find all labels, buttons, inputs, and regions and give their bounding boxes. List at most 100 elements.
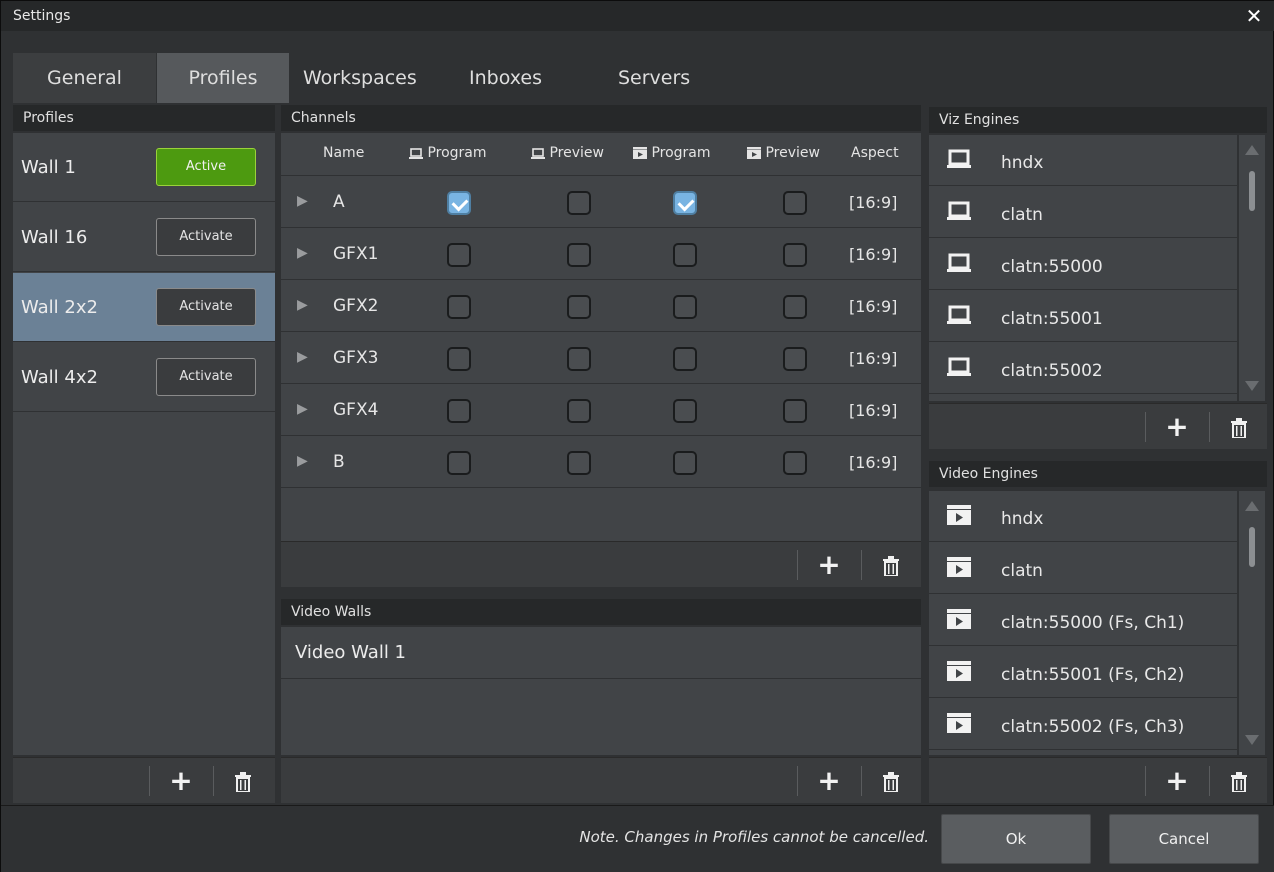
video-program-checkbox[interactable] [673,295,697,319]
profile-item-wall-1[interactable]: Wall 1 Active [13,133,275,202]
video-preview-checkbox[interactable] [783,243,807,267]
viz-program-checkbox[interactable] [447,399,471,423]
add-profile-button[interactable]: + [151,758,211,804]
channel-row[interactable]: ▶ A [16:9] [281,177,921,228]
viz-program-checkbox[interactable] [447,347,471,371]
channel-row[interactable]: ▶ GFX4 [16:9] [281,385,921,436]
scroll-up-icon[interactable] [1245,501,1259,511]
delete-channel-button[interactable] [861,542,921,588]
viz-engines-scrollbar[interactable] [1239,135,1265,401]
tab-servers[interactable]: Servers [603,53,723,103]
channel-row[interactable]: ▶ GFX1 [16:9] [281,229,921,280]
profile-item-wall-2x2[interactable]: Wall 2x2 Activate [13,273,275,342]
channels-header: Channels [281,105,921,131]
viz-preview-checkbox[interactable] [567,451,591,475]
add-channel-button[interactable]: + [799,542,859,588]
video-preview-checkbox[interactable] [783,347,807,371]
channel-row[interactable]: ▶ B [16:9] [281,437,921,488]
expand-arrow-icon[interactable]: ▶ [297,245,308,261]
viz-engine-item[interactable]: hndx [929,135,1237,186]
viz-preview-checkbox[interactable] [567,243,591,267]
viz-engine-name: clatn:55000 [1001,257,1103,277]
viz-program-checkbox[interactable] [447,295,471,319]
video-engines-header: Video Engines [929,461,1267,487]
active-button[interactable]: Active [156,148,256,186]
viz-engine-item[interactable]: clatn [929,187,1237,238]
video-engines-scrollbar[interactable] [1239,491,1265,755]
tab-bar: General Profiles Workspaces Inboxes Serv… [13,53,1274,103]
video-preview-checkbox[interactable] [783,451,807,475]
profiles-header: Profiles [13,105,275,131]
add-video-engine-button[interactable]: + [1147,758,1207,804]
video-engine-item[interactable]: hndx [929,491,1237,542]
expand-arrow-icon[interactable]: ▶ [297,193,308,209]
delete-video-engine-button[interactable] [1209,758,1269,804]
ok-button[interactable]: Ok [941,814,1091,864]
video-program-checkbox[interactable] [673,243,697,267]
scroll-thumb[interactable] [1249,527,1255,567]
video-preview-checkbox[interactable] [783,295,807,319]
expand-arrow-icon[interactable]: ▶ [297,297,308,313]
video-engine-item[interactable]: clatn:55002 (Fs, Ch3) [929,699,1237,750]
viz-program-checkbox[interactable] [447,191,471,215]
profile-item-wall-4x2[interactable]: Wall 4x2 Activate [13,343,275,412]
viz-preview-checkbox[interactable] [567,191,591,215]
viz-engine-item[interactable]: clatn:55000 [929,239,1237,290]
viz-engine-item[interactable]: clatn:55002 [929,343,1237,394]
expand-arrow-icon[interactable]: ▶ [297,453,308,469]
video-engine-item[interactable]: clatn:55000 (Fs, Ch1) [929,595,1237,646]
video-preview-checkbox[interactable] [783,399,807,423]
viz-preview-checkbox[interactable] [567,399,591,423]
close-button[interactable]: ✕ [1241,1,1267,31]
expand-arrow-icon[interactable]: ▶ [297,401,308,417]
expand-arrow-icon[interactable]: ▶ [297,349,308,365]
scroll-down-icon[interactable] [1245,381,1259,391]
viz-preview-checkbox[interactable] [567,295,591,319]
activate-button[interactable]: Activate [156,288,256,326]
video-engine-name: hndx [1001,509,1044,529]
delete-profile-button[interactable] [213,758,273,804]
scroll-thumb[interactable] [1249,171,1255,211]
channel-aspect: [16:9] [849,297,898,316]
activate-button[interactable]: Activate [156,358,256,396]
video-program-checkbox[interactable] [673,347,697,371]
video-engine-name: clatn:55000 (Fs, Ch1) [1001,613,1185,633]
channel-row[interactable]: ▶ GFX2 [16:9] [281,281,921,332]
channel-row[interactable]: ▶ GFX3 [16:9] [281,333,921,384]
video-program-checkbox[interactable] [673,451,697,475]
delete-viz-engine-button[interactable] [1209,404,1269,450]
channels-footer: + [281,541,921,587]
channel-aspect: [16:9] [849,401,898,420]
add-viz-engine-button[interactable]: + [1147,404,1207,450]
video-wall-item[interactable]: Video Wall 1 [281,627,921,679]
channel-name: B [333,452,345,472]
profile-item-wall-16[interactable]: Wall 16 Activate [13,203,275,272]
tab-inboxes[interactable]: Inboxes [459,53,579,103]
video-program-checkbox[interactable] [673,191,697,215]
tab-workspaces[interactable]: Workspaces [291,53,457,103]
viz-engine-name: hndx [1001,153,1044,173]
viz-preview-checkbox[interactable] [567,347,591,371]
scroll-up-icon[interactable] [1245,145,1259,155]
viz-program-checkbox[interactable] [447,243,471,267]
add-video-wall-button[interactable]: + [799,758,859,804]
channel-aspect: [16:9] [849,453,898,472]
tab-profiles[interactable]: Profiles [157,53,289,103]
viz-engine-name: clatn:55001 [1001,309,1103,329]
activate-button[interactable]: Activate [156,218,256,256]
video-program-checkbox[interactable] [673,399,697,423]
video-engine-item[interactable]: clatn:55001 (Fs, Ch2) [929,647,1237,698]
cancel-button[interactable]: Cancel [1109,814,1259,864]
scroll-down-icon[interactable] [1245,735,1259,745]
viz-engine-item[interactable]: clatn:55001 [929,291,1237,342]
video-preview-checkbox[interactable] [783,191,807,215]
viz-engines-header: Viz Engines [929,107,1267,133]
delete-video-wall-button[interactable] [861,758,921,804]
profiles-note: Note. Changes in Profiles cannot be canc… [579,828,929,846]
tab-general[interactable]: General [13,53,156,103]
viz-program-checkbox[interactable] [447,451,471,475]
video-engines-list: hndx clatn clatn:55000 (Fs, Ch1) clatn:5… [929,491,1237,755]
video-engine-item[interactable]: clatn [929,543,1237,594]
window-title: Settings [13,8,71,24]
channel-name: A [333,192,345,212]
